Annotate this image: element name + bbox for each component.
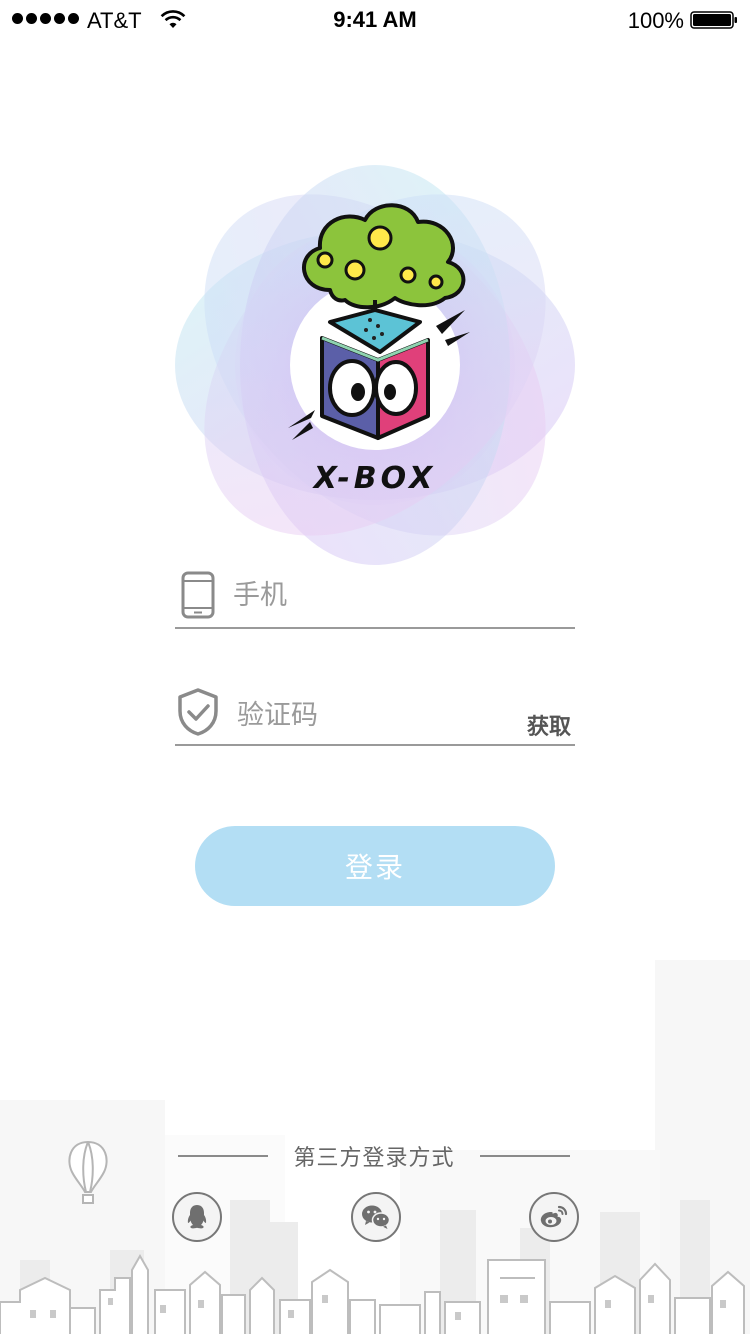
wechat-icon: [362, 1205, 391, 1229]
verification-code-input[interactable]: [237, 695, 497, 735]
logo-text: X-BOX: [312, 461, 436, 496]
status-bar: AT&T 9:41 AM 100%: [0, 0, 750, 40]
login-button[interactable]: 登录: [195, 826, 555, 906]
qq-icon: [187, 1205, 207, 1229]
qq-login-button[interactable]: [172, 1192, 222, 1242]
third-party-login-header: 第三方登录方式: [178, 1138, 570, 1172]
app-logo: X-BOX: [170, 160, 580, 570]
phone-field: [175, 565, 575, 629]
logo-graphic: X-BOX: [175, 165, 575, 565]
battery-icon: [690, 11, 737, 29]
phone-icon: [181, 571, 215, 619]
weibo-login-button[interactable]: [529, 1192, 579, 1242]
weibo-icon: [540, 1205, 568, 1228]
get-code-button[interactable]: 获取: [527, 709, 571, 741]
battery-percentage: 100%: [627, 8, 684, 33]
shield-check-icon: [178, 688, 218, 736]
wechat-login-button[interactable]: [351, 1192, 401, 1242]
verification-code-field: 获取: [175, 683, 575, 746]
phone-input[interactable]: [233, 575, 493, 615]
divider-line: [480, 1155, 570, 1157]
